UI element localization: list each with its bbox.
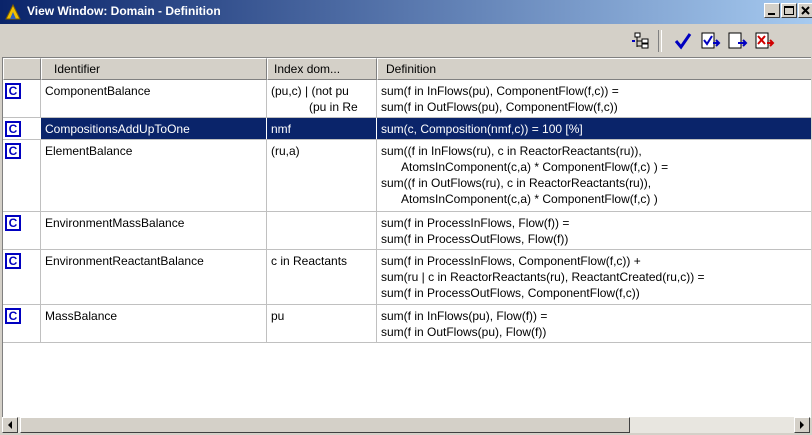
definition-line: AtomsInComponent(c,a) * ComponentFlow(f,… bbox=[401, 192, 658, 206]
aimms-app-icon bbox=[5, 3, 21, 20]
scroll-right-button[interactable] bbox=[794, 417, 810, 433]
constraint-icon: C bbox=[5, 308, 21, 324]
toolbar bbox=[0, 24, 812, 56]
definition-cell[interactable]: sum(f in ProcessInFlows, ComponentFlow(f… bbox=[377, 250, 811, 304]
icon-column-header[interactable] bbox=[3, 58, 41, 80]
index-domain-cell[interactable]: c in Reactants bbox=[267, 250, 377, 304]
definition-cell[interactable]: sum(c, Composition(nmf,c)) = 100 [%] bbox=[377, 118, 811, 139]
scroll-left-button[interactable] bbox=[2, 417, 18, 433]
close-button[interactable] bbox=[798, 3, 812, 18]
constraint-icon: C bbox=[5, 253, 21, 269]
identifier-cell[interactable]: CompositionsAddUpToOne bbox=[41, 118, 267, 139]
definition-line: sum(f in ProcessOutFlows, Flow(f)) bbox=[381, 232, 569, 246]
definition-line: sum(f in ProcessInFlows, Flow(f)) = bbox=[381, 216, 570, 230]
check-button[interactable] bbox=[671, 29, 695, 53]
index-domain-line: (pu,c) | (not pu bbox=[271, 84, 349, 98]
identifier-cell[interactable]: EnvironmentReactantBalance bbox=[41, 250, 267, 304]
identifier-cell[interactable]: EnvironmentMassBalance bbox=[41, 212, 267, 249]
horizontal-scrollbar[interactable] bbox=[2, 417, 810, 433]
constraint-icon: C bbox=[5, 83, 21, 99]
tree-view-icon bbox=[632, 32, 649, 49]
definition-cell[interactable]: sum(f in InFlows(pu), Flow(f)) = sum(f i… bbox=[377, 305, 811, 342]
identifier-cell[interactable]: ComponentBalance bbox=[41, 80, 267, 117]
identifier-cell[interactable]: ElementBalance bbox=[41, 140, 267, 211]
arrow-right-icon bbox=[800, 421, 804, 429]
table-row[interactable]: C EnvironmentMassBalance sum(f in Proces… bbox=[3, 212, 811, 250]
title-bar[interactable]: View Window: Domain - Definition bbox=[0, 0, 812, 24]
row-icon-cell: C bbox=[3, 212, 41, 249]
arrow-left-icon bbox=[8, 421, 12, 429]
definition-cell[interactable]: sum(f in InFlows(pu), ComponentFlow(f,c)… bbox=[377, 80, 811, 117]
index-domain-column-header[interactable]: Index dom... bbox=[267, 58, 377, 80]
scroll-thumb[interactable] bbox=[20, 417, 630, 433]
row-icon-cell: C bbox=[3, 305, 41, 342]
table-row[interactable]: C EnvironmentReactantBalance c in Reacta… bbox=[3, 250, 811, 305]
minimize-icon bbox=[768, 13, 775, 15]
definition-cell[interactable]: sum(f in ProcessInFlows, Flow(f)) = sum(… bbox=[377, 212, 811, 249]
definition-line: sum((f in OutFlows(ru), c in ReactorReac… bbox=[381, 176, 652, 190]
definition-line: sum(f in InFlows(pu), Flow(f)) = bbox=[381, 309, 548, 323]
discard-and-close-button[interactable] bbox=[752, 29, 776, 53]
toolbar-separator bbox=[658, 30, 662, 52]
definition-line: sum((f in InFlows(ru), c in ReactorReact… bbox=[381, 144, 642, 158]
definition-line: sum(f in ProcessInFlows, ComponentFlow(f… bbox=[381, 254, 641, 268]
definition-line: sum(f in OutFlows(pu), ComponentFlow(f,c… bbox=[381, 100, 618, 114]
exit-icon bbox=[728, 32, 748, 49]
row-icon-cell: C bbox=[3, 118, 41, 139]
table-row[interactable]: C ElementBalance (ru,a) sum((f in InFlow… bbox=[3, 140, 811, 212]
identifier-column-header[interactable]: Identifier bbox=[41, 58, 267, 80]
window-title: View Window: Domain - Definition bbox=[27, 4, 221, 18]
commit-and-close-button[interactable] bbox=[725, 29, 749, 53]
minimize-button[interactable] bbox=[764, 3, 780, 18]
index-domain-line: (pu in Re bbox=[309, 100, 358, 114]
maximize-button[interactable] bbox=[781, 3, 797, 18]
maximize-icon bbox=[784, 6, 794, 15]
table-row[interactable]: C MassBalance pu sum(f in InFlows(pu), F… bbox=[3, 305, 811, 343]
constraint-icon: C bbox=[5, 143, 21, 159]
definition-grid: Identifier Index dom... Definition C Com… bbox=[2, 57, 811, 418]
definition-line: sum(ru | c in ReactorReactants(ru), Reac… bbox=[381, 270, 705, 284]
commit-icon bbox=[701, 32, 721, 49]
table-row-selected[interactable]: C CompositionsAddUpToOne nmf sum(c, Comp… bbox=[3, 118, 811, 140]
index-domain-cell[interactable]: nmf bbox=[267, 118, 377, 139]
row-icon-cell: C bbox=[3, 250, 41, 304]
index-domain-cell[interactable]: pu bbox=[267, 305, 377, 342]
definition-line: sum(f in OutFlows(pu), Flow(f)) bbox=[381, 325, 547, 339]
definition-column-header[interactable]: Definition bbox=[377, 58, 811, 80]
grid-header: Identifier Index dom... Definition bbox=[3, 58, 811, 80]
close-icon bbox=[801, 6, 810, 15]
definition-cell[interactable]: sum((f in InFlows(ru), c in ReactorReact… bbox=[377, 140, 811, 211]
definition-line: sum(f in ProcessOutFlows, ComponentFlow(… bbox=[381, 286, 640, 300]
constraint-icon: C bbox=[5, 121, 21, 137]
checkmark-icon bbox=[674, 33, 692, 50]
discard-icon bbox=[755, 32, 775, 49]
definition-line: sum(f in InFlows(pu), ComponentFlow(f,c)… bbox=[381, 84, 619, 98]
identifier-cell[interactable]: MassBalance bbox=[41, 305, 267, 342]
view-window: View Window: Domain - Definition Identif… bbox=[0, 0, 812, 435]
check-and-commit-button[interactable] bbox=[698, 29, 722, 53]
definition-line: AtomsInComponent(c,a) * ComponentFlow(f,… bbox=[401, 160, 669, 174]
row-icon-cell: C bbox=[3, 80, 41, 117]
table-row[interactable]: C ComponentBalance (pu,c) | (not pu (pu … bbox=[3, 80, 811, 118]
index-domain-cell[interactable]: (pu,c) | (not pu (pu in Re bbox=[267, 80, 377, 117]
row-icon-cell: C bbox=[3, 140, 41, 211]
constraint-icon: C bbox=[5, 215, 21, 231]
index-domain-cell[interactable] bbox=[267, 212, 377, 249]
index-domain-cell[interactable]: (ru,a) bbox=[267, 140, 377, 211]
tree-view-button[interactable] bbox=[630, 29, 654, 53]
